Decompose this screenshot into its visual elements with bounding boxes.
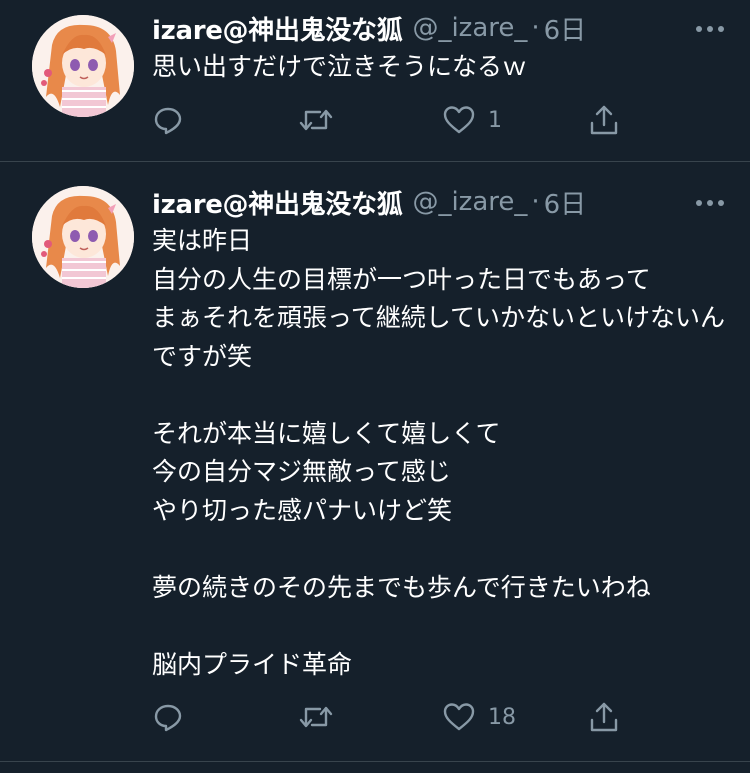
tweet[interactable]: izare@神出鬼没な狐 @_izare_ · 6日 思い出すだけで泣きそうにな…	[0, 0, 750, 162]
tweet-text: 思い出すだけで泣きそうになるｗ	[152, 52, 528, 81]
tweet-actions: 18	[152, 697, 632, 737]
like-count: 18	[488, 704, 516, 730]
more-icon[interactable]	[692, 191, 728, 215]
share-button[interactable]	[588, 100, 620, 140]
retweet-icon	[299, 109, 333, 131]
like-button[interactable]: 18	[442, 697, 516, 737]
tweet-header: izare@神出鬼没な狐 @_izare_ · 6日	[152, 184, 587, 221]
like-button[interactable]: 1	[442, 100, 502, 140]
tweet-actions: 1	[152, 100, 632, 140]
separator-dot: ·	[531, 187, 540, 217]
share-button[interactable]	[588, 697, 620, 737]
tweet[interactable]: izare@神出鬼没な狐 @_izare_ · 6日 実は昨日 自分の人生の目標…	[0, 162, 750, 762]
timestamp[interactable]: 6日	[544, 184, 587, 221]
timestamp[interactable]: 6日	[544, 10, 587, 47]
like-icon	[443, 703, 475, 731]
share-icon	[590, 105, 618, 135]
tweet-divider	[0, 761, 750, 762]
retweet-button[interactable]	[298, 100, 346, 140]
reply-button[interactable]	[152, 697, 196, 737]
like-count: 1	[488, 107, 502, 133]
reply-button[interactable]	[152, 100, 196, 140]
retweet-button[interactable]	[298, 697, 346, 737]
more-icon[interactable]	[692, 17, 728, 41]
user-handle[interactable]: @_izare_	[412, 187, 527, 217]
retweet-icon	[299, 706, 333, 728]
reply-icon	[154, 107, 182, 135]
share-icon	[590, 702, 618, 732]
display-name[interactable]: izare@神出鬼没な狐	[152, 184, 403, 221]
display-name[interactable]: izare@神出鬼没な狐	[152, 10, 403, 47]
avatar[interactable]	[32, 186, 134, 288]
tweet-header: izare@神出鬼没な狐 @_izare_ · 6日	[152, 10, 587, 47]
separator-dot: ·	[531, 13, 540, 43]
avatar[interactable]	[32, 15, 134, 117]
tweet-text: 実は昨日 自分の人生の目標が一つ叶った日でもあって まぁそれを頑張って継続してい…	[152, 226, 726, 679]
reply-icon	[154, 704, 182, 732]
like-icon	[443, 106, 475, 134]
user-handle[interactable]: @_izare_	[412, 13, 527, 43]
